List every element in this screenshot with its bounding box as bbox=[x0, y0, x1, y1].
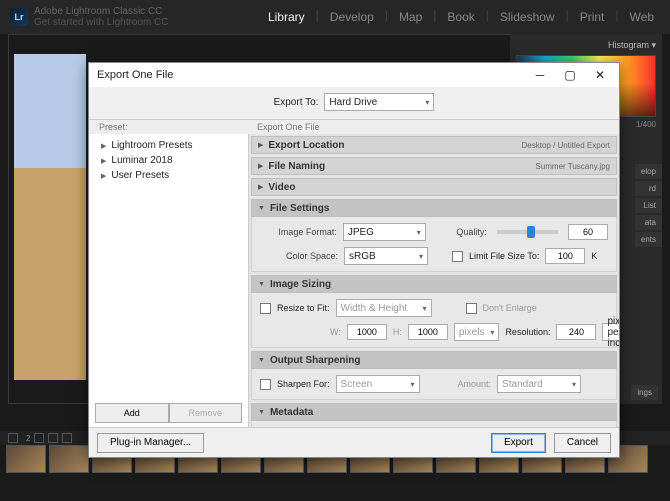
sharpen-label: Sharpen For: bbox=[277, 379, 330, 389]
dont-enlarge-label: Don't Enlarge bbox=[483, 303, 537, 313]
nav-slideshow[interactable]: Slideshow bbox=[494, 8, 561, 26]
add-preset-button[interactable]: Add bbox=[95, 403, 169, 423]
thumb-index: 2 bbox=[26, 434, 30, 443]
color-space-select[interactable]: sRGB bbox=[344, 247, 428, 265]
file-naming-value: Summer Tuscany.jpg bbox=[535, 162, 610, 171]
section-file-naming[interactable]: ▶File NamingSummer Tuscany.jpg bbox=[251, 157, 617, 175]
width-input[interactable] bbox=[347, 324, 387, 340]
section-export-location[interactable]: ▶Export LocationDesktop / Untitled Expor… bbox=[251, 136, 617, 154]
export-location-value: Desktop / Untitled Export bbox=[522, 141, 610, 150]
dialog-title: Export One File bbox=[97, 69, 173, 81]
limit-filesize-input[interactable] bbox=[545, 248, 585, 264]
remove-preset-button: Remove bbox=[169, 403, 243, 423]
limit-filesize-checkbox[interactable] bbox=[452, 251, 463, 262]
side-tab[interactable]: rd bbox=[635, 181, 662, 196]
plugin-manager-button[interactable]: Plug-in Manager... bbox=[97, 433, 204, 453]
settings-column-header: Export One File bbox=[247, 122, 609, 132]
histogram-title[interactable]: Histogram ▾ bbox=[516, 40, 656, 51]
nav-map[interactable]: Map bbox=[393, 8, 428, 26]
app-topbar: Lr Adobe Lightroom Classic CC Get starte… bbox=[0, 0, 670, 34]
height-input[interactable] bbox=[408, 324, 448, 340]
view-icon[interactable] bbox=[34, 433, 44, 443]
sharpen-checkbox[interactable] bbox=[260, 379, 271, 390]
section-file-settings[interactable]: ▼File Settings bbox=[251, 199, 617, 217]
side-tab[interactable]: ata bbox=[635, 215, 662, 230]
section-metadata[interactable]: ▼Metadata bbox=[251, 403, 617, 421]
nav-web[interactable]: Web bbox=[624, 8, 660, 26]
view-icon[interactable] bbox=[48, 433, 58, 443]
amount-label: Amount: bbox=[458, 379, 492, 389]
preset-item[interactable]: Lightroom Presets bbox=[95, 138, 242, 153]
export-dialog: Export One File ─ ▢ ✕ Export To: Hard Dr… bbox=[88, 62, 620, 458]
section-image-sizing[interactable]: ▼Image Sizing bbox=[251, 275, 617, 293]
export-to-label: Export To: bbox=[274, 97, 319, 108]
w-label: W: bbox=[330, 327, 341, 337]
resolution-input[interactable] bbox=[556, 324, 596, 340]
nav-library[interactable]: Library bbox=[262, 8, 311, 26]
sharpen-for-select[interactable]: Screen bbox=[336, 375, 420, 393]
image-format-select[interactable]: JPEG bbox=[343, 223, 426, 241]
resize-checkbox[interactable] bbox=[260, 303, 271, 314]
close-icon[interactable]: ✕ bbox=[589, 68, 611, 82]
resize-label: Resize to Fit: bbox=[277, 303, 330, 313]
nav-print[interactable]: Print bbox=[574, 8, 611, 26]
h-label: H: bbox=[393, 327, 402, 337]
limit-filesize-label: Limit File Size To: bbox=[469, 251, 539, 261]
quality-label: Quality: bbox=[432, 227, 487, 237]
sharpen-amount-select[interactable]: Standard bbox=[497, 375, 581, 393]
preset-item[interactable]: User Presets bbox=[95, 168, 242, 183]
section-output-sharpening[interactable]: ▼Output Sharpening bbox=[251, 351, 617, 369]
maximize-icon[interactable]: ▢ bbox=[559, 68, 581, 82]
size-unit-select[interactable]: pixels bbox=[454, 323, 500, 341]
minimize-icon[interactable]: ─ bbox=[529, 68, 551, 82]
resolution-label: Resolution: bbox=[505, 327, 550, 337]
presets-column-header: Preset: bbox=[99, 122, 128, 132]
nav-develop[interactable]: Develop bbox=[324, 8, 380, 26]
dont-enlarge-checkbox[interactable] bbox=[466, 303, 477, 314]
export-button[interactable]: Export bbox=[491, 433, 546, 453]
quality-input[interactable] bbox=[568, 224, 608, 240]
app-subtitle: Get started with Lightroom CC bbox=[34, 17, 169, 28]
resize-mode-select[interactable]: Width & Height bbox=[336, 299, 432, 317]
side-tab-settings[interactable]: ings bbox=[631, 385, 658, 400]
cancel-button[interactable]: Cancel bbox=[554, 433, 611, 453]
export-to-select[interactable]: Hard Drive bbox=[324, 93, 434, 111]
nav-book[interactable]: Book bbox=[441, 8, 480, 26]
resolution-unit-select[interactable]: pixels per inch bbox=[602, 323, 619, 341]
app-name: Adobe Lightroom Classic CC bbox=[34, 6, 169, 17]
limit-filesize-unit: K bbox=[591, 251, 597, 261]
preview-image bbox=[14, 54, 86, 380]
quality-slider[interactable] bbox=[497, 230, 558, 234]
preset-item[interactable]: Luminar 2018 bbox=[95, 153, 242, 168]
side-tab[interactable]: List bbox=[635, 198, 662, 213]
module-nav: Library| Develop| Map| Book| Slideshow| … bbox=[262, 8, 660, 26]
view-icon[interactable] bbox=[62, 433, 72, 443]
side-tab[interactable]: elop bbox=[635, 164, 662, 179]
app-logo: Lr bbox=[10, 8, 28, 26]
image-format-label: Image Format: bbox=[260, 227, 337, 237]
layout-icon[interactable] bbox=[8, 433, 18, 443]
side-tab[interactable]: ents bbox=[635, 232, 662, 247]
color-space-label: Color Space: bbox=[260, 251, 338, 261]
section-video[interactable]: ▶Video bbox=[251, 178, 617, 196]
